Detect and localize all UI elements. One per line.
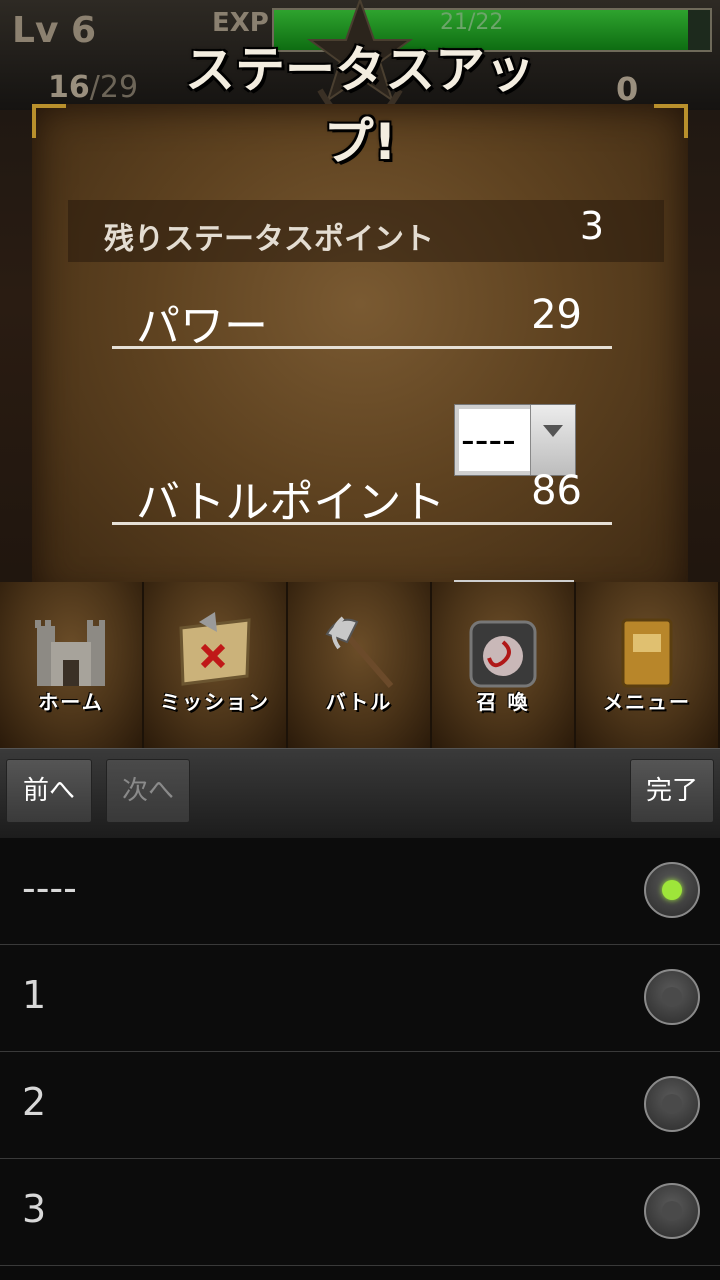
next-button[interactable]: 次へ: [106, 759, 190, 823]
menu-label: ホーム: [38, 690, 104, 714]
stamina-max: /29: [89, 70, 139, 105]
radio-dot: [662, 1201, 682, 1221]
menu-item-mission[interactable]: ミッション: [144, 582, 288, 748]
menu-label: メニュー: [603, 690, 691, 714]
secondary-value: 0: [616, 70, 639, 108]
picker-option[interactable]: 3: [0, 1159, 720, 1266]
stat-label: バトルポイント: [136, 477, 446, 528]
remaining-points-value: 3: [579, 204, 604, 248]
book-icon: [621, 618, 673, 688]
radio-button[interactable]: [644, 969, 700, 1025]
prev-button[interactable]: 前へ: [6, 759, 92, 823]
menu-label: バトル: [325, 690, 393, 714]
corner-ornament: [32, 104, 66, 138]
stamina-value: 16/29: [48, 70, 138, 105]
picker-option[interactable]: 2: [0, 1052, 720, 1159]
remaining-points-label: 残りステータスポイント: [104, 222, 434, 257]
option-label: 1: [22, 973, 47, 1017]
menu-label: ミッション: [160, 690, 270, 714]
menu-item-summon[interactable]: 召 喚: [432, 582, 576, 748]
done-button[interactable]: 完了: [630, 759, 714, 823]
stat-value: 86: [531, 468, 582, 514]
radio-dot: [662, 987, 682, 1007]
remaining-points-row: 残りステータスポイント 3: [68, 200, 664, 262]
stat-row-power: パワー 29: [112, 284, 612, 352]
option-label: ----: [22, 866, 77, 910]
option-label: 3: [22, 1187, 47, 1231]
radio-button[interactable]: [644, 1183, 700, 1239]
radio-dot: [662, 880, 682, 900]
menu-item-home[interactable]: ホーム: [0, 582, 144, 748]
picker-option[interactable]: 1: [0, 945, 720, 1052]
map-icon: [179, 612, 251, 686]
bottom-menu: ホーム ミッション バトル 召 喚 メニュー: [0, 582, 720, 748]
castle-icon: [35, 620, 105, 686]
game-screen: Lv 6 EXP 21/22 16/29 0 残りステータスポイント 3 パワー…: [0, 0, 720, 748]
menu-item-menu[interactable]: メニュー: [576, 582, 720, 748]
option-label: 2: [22, 1080, 47, 1124]
picker-option[interactable]: ----: [0, 838, 720, 945]
stat-row-battle-point: バトルポイント 86: [112, 460, 612, 528]
radio-button[interactable]: [644, 862, 700, 918]
picker-toolbar: 前へ 次へ 完了: [0, 748, 720, 839]
stamina-current: 16: [48, 70, 90, 105]
level-label: Lv 6: [12, 10, 96, 51]
stat-value: 29: [531, 292, 582, 338]
radio-button[interactable]: [644, 1076, 700, 1132]
portal-icon: [469, 620, 537, 688]
stat-label: パワー: [136, 301, 268, 352]
radio-dot: [662, 1094, 682, 1114]
menu-label: 召 喚: [476, 690, 530, 714]
menu-item-battle[interactable]: バトル: [288, 582, 432, 748]
status-up-dialog: 残りステータスポイント 3 パワー 29 ---- バトルポイント 86: [32, 104, 688, 604]
dialog-title: ステータスアップ!: [185, 41, 535, 171]
axe-icon: [325, 616, 394, 688]
corner-ornament: [654, 104, 688, 138]
